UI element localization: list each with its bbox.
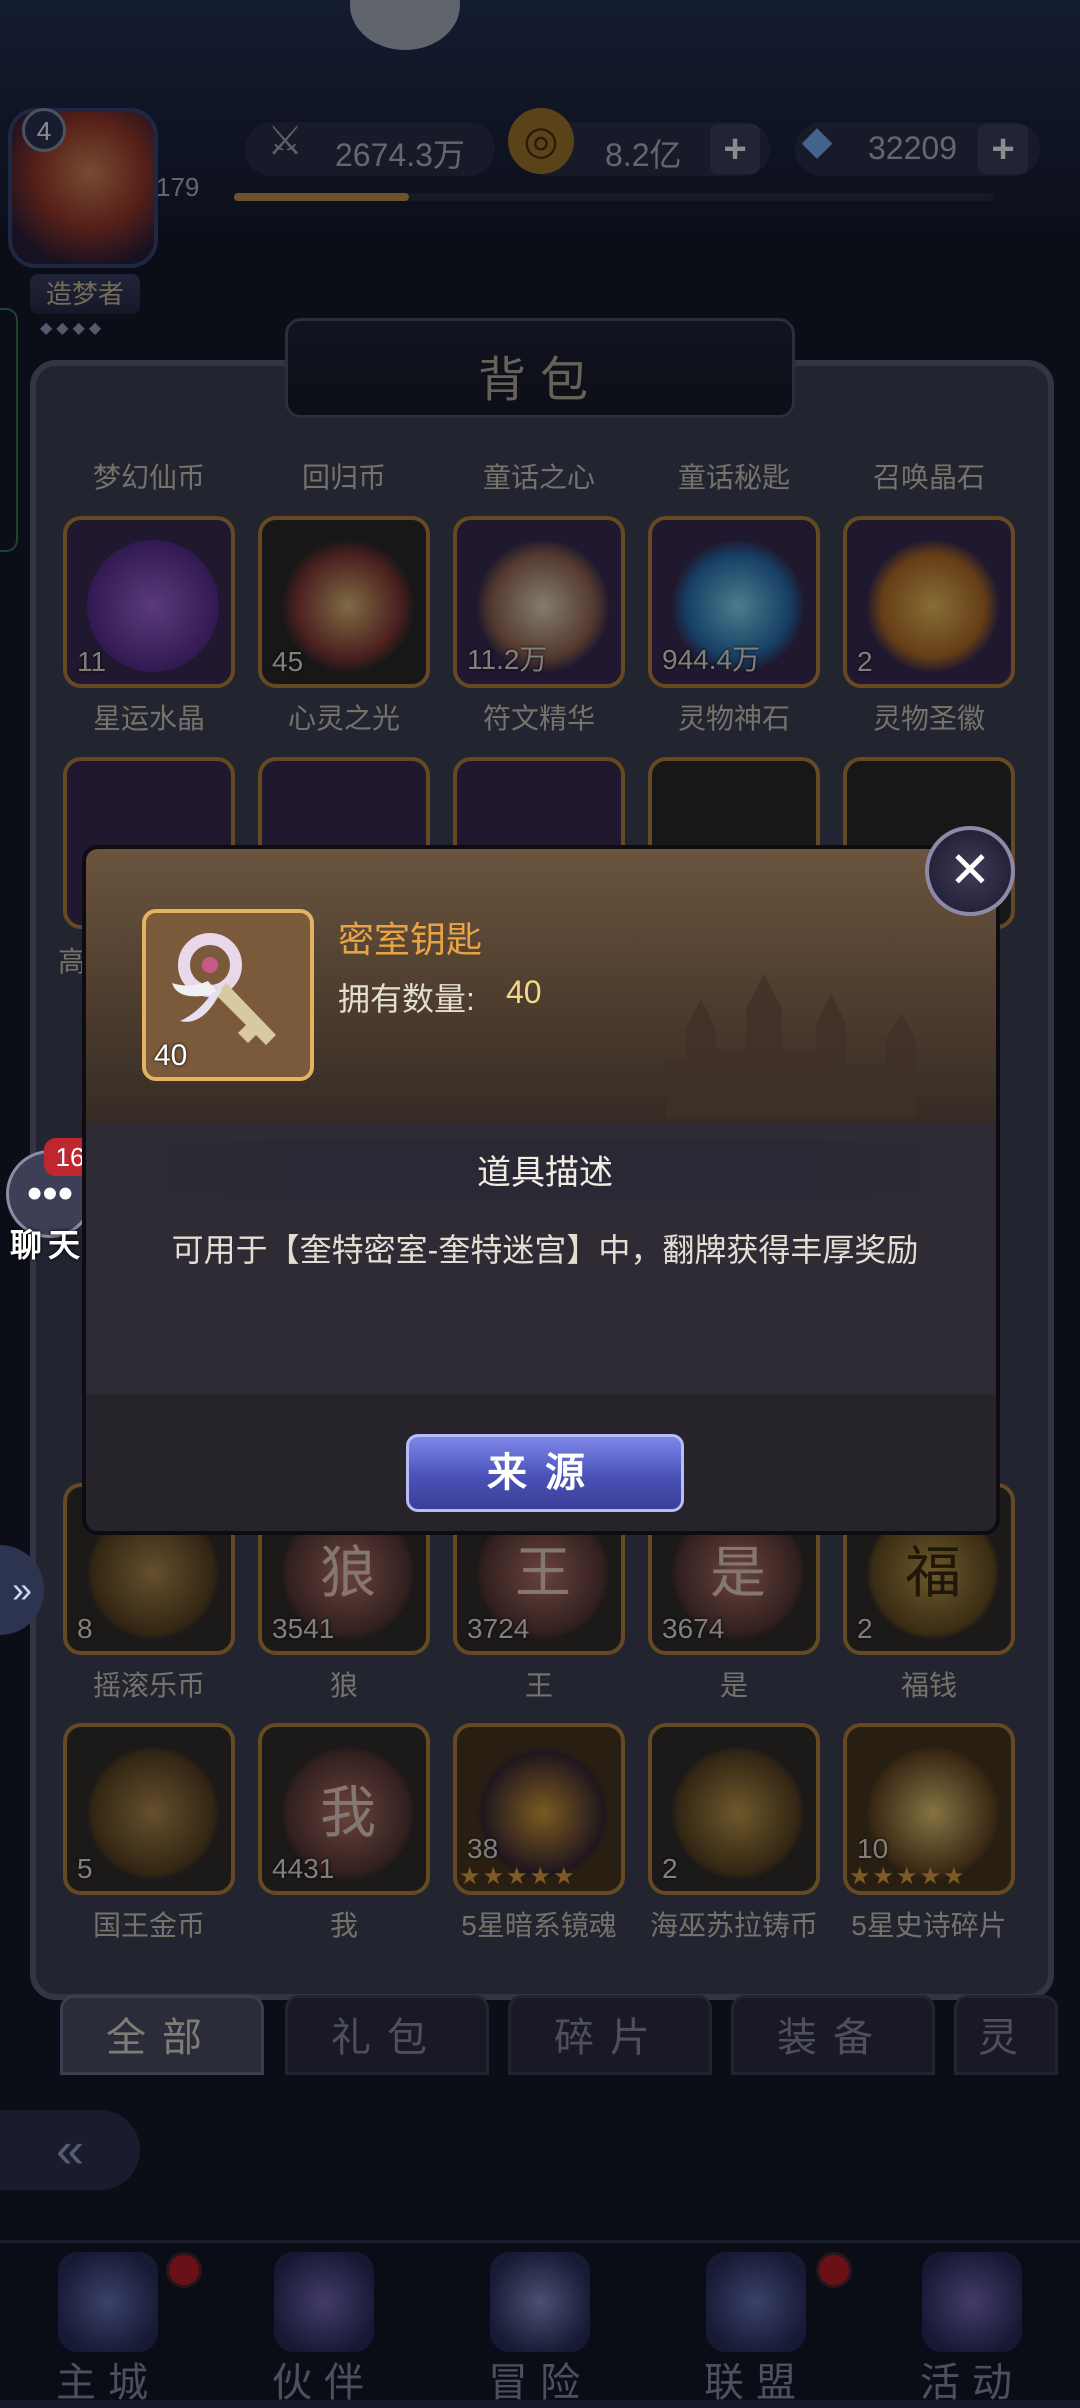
source-button[interactable]: 来源 (406, 1434, 684, 1512)
owned-quantity-label: 拥有数量: (338, 981, 475, 1017)
chat-label[interactable]: 聊天 (10, 1220, 86, 1266)
item-description: 可用于【奎特密室-奎特迷宫】中，翻牌获得丰厚奖励 (171, 1232, 919, 1268)
description-title: 道具描述 (477, 1154, 613, 1192)
castle-silhouette-icon (666, 974, 916, 1119)
item-icon-frame: 40 (142, 909, 314, 1081)
item-name: 密室钥匙 (338, 919, 483, 960)
item-detail-popup: 40 密室钥匙 拥有数量: 40 道具描述 可用于【奎特密室-奎特迷宫】中，翻牌… (82, 845, 1000, 1535)
owned-quantity-value: 40 (506, 974, 542, 1010)
item-quantity: 40 (154, 1039, 188, 1072)
close-icon[interactable]: ✕ (925, 826, 1015, 916)
